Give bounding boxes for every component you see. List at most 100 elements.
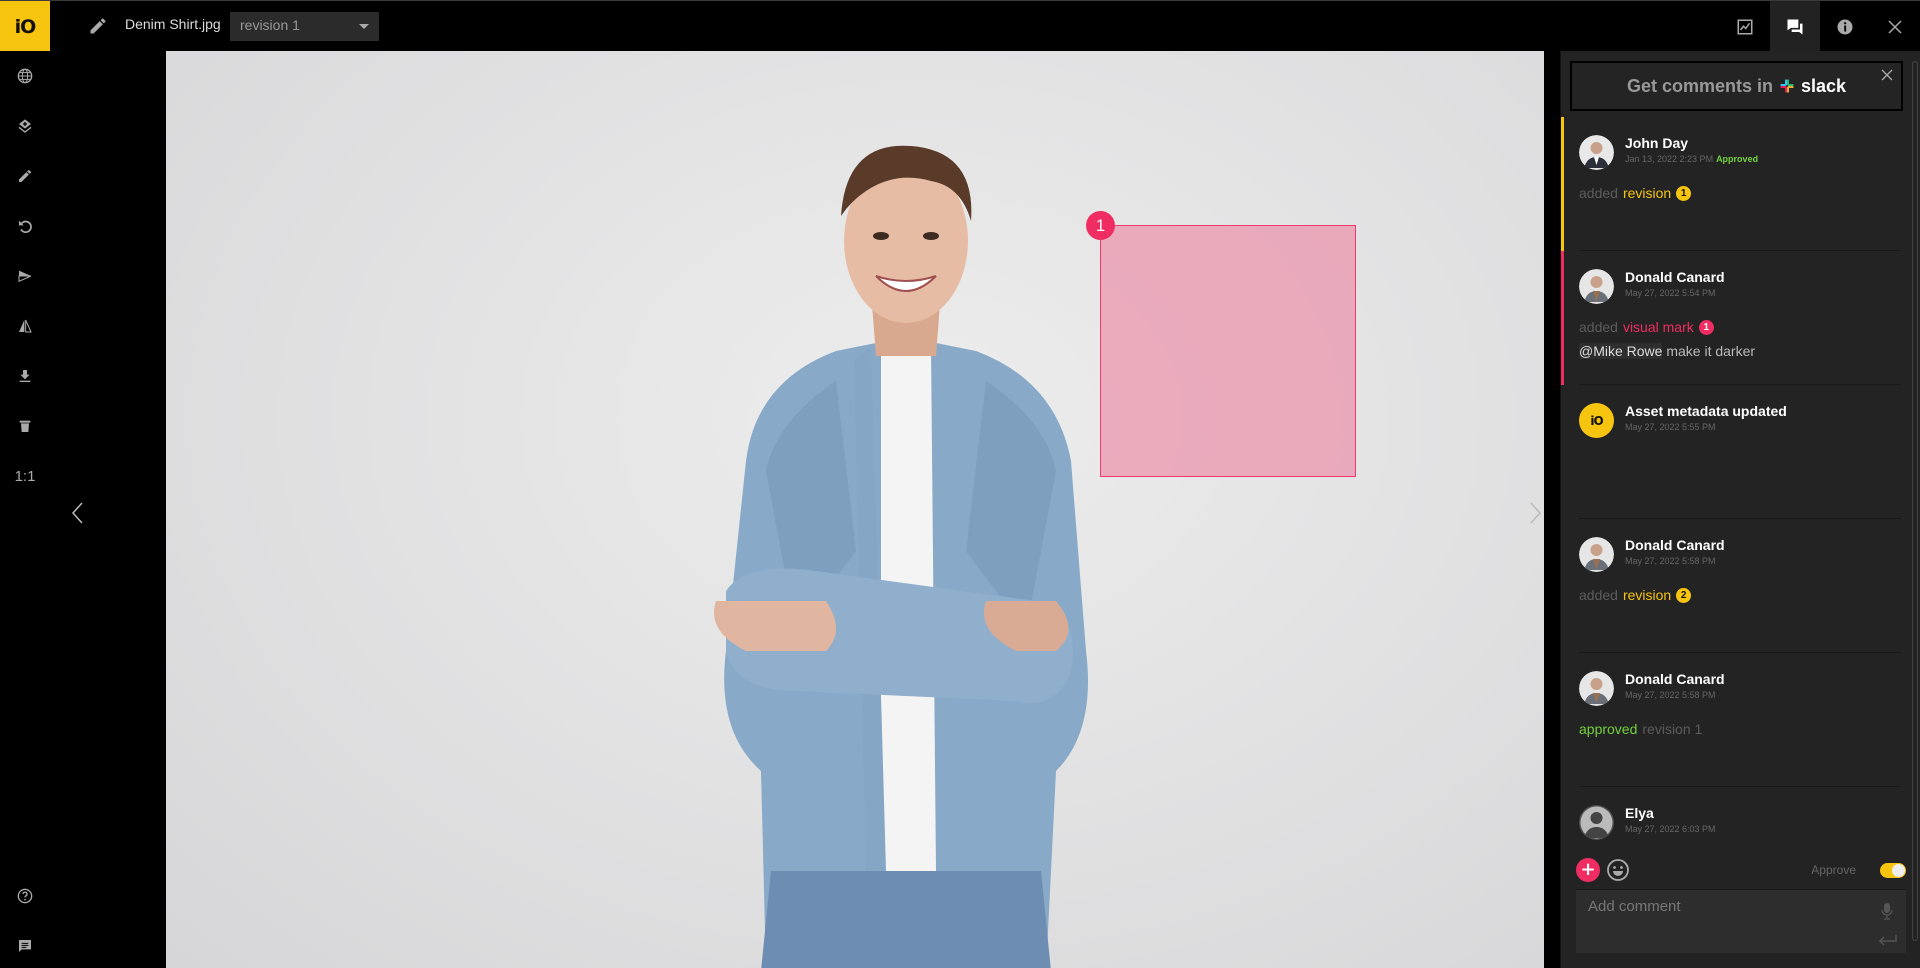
visual-mark-link[interactable]: visual mark	[1623, 319, 1694, 335]
app-logo[interactable]: iO	[0, 1, 50, 52]
flip-button[interactable]	[0, 301, 50, 351]
image-stage: 1	[50, 51, 1560, 968]
activity-line: added revision 1	[1579, 185, 1692, 201]
composer-toolbar: + Approve	[1576, 855, 1906, 883]
system-avatar: iO	[1579, 403, 1614, 438]
comments-button[interactable]	[1770, 1, 1820, 52]
timestamp: Jan 13, 2022 2:23 PM Approved	[1625, 154, 1759, 164]
avatar	[1579, 671, 1614, 706]
activity-line: approved revision 1	[1579, 721, 1703, 737]
left-toolbar: 1:1	[0, 51, 50, 968]
comments-icon	[1787, 19, 1803, 34]
send-button[interactable]	[0, 251, 50, 301]
author-name: Elya	[1625, 805, 1654, 821]
toggle-knob	[1892, 864, 1905, 877]
revision-link[interactable]: revision	[1623, 185, 1671, 201]
comments-panel: Get comments in slack John Day Jan 13, 2…	[1560, 51, 1920, 968]
chat-button[interactable]	[0, 921, 50, 968]
revision-badge: 2	[1676, 587, 1692, 603]
undo-icon	[19, 220, 32, 233]
actual-size-button[interactable]: 1:1	[0, 451, 50, 501]
layers-add-icon	[18, 119, 32, 133]
chevron-down-icon	[359, 24, 369, 29]
author-name: Donald Canard	[1625, 537, 1725, 553]
layers-button[interactable]	[0, 101, 50, 151]
mention[interactable]: @Mike Rowe	[1579, 343, 1663, 359]
close-icon	[1888, 19, 1902, 34]
download-icon	[19, 370, 31, 382]
globe-button[interactable]	[0, 51, 50, 101]
comment-text: @Mike Rowe make it darker	[1579, 343, 1756, 359]
avatar	[1579, 805, 1614, 840]
approve-label: Approve	[1811, 863, 1856, 877]
draw-button[interactable]	[0, 151, 50, 201]
next-arrow-icon[interactable]	[1525, 498, 1545, 528]
globe-icon	[17, 68, 33, 84]
event-title: Asset metadata updated	[1625, 403, 1787, 419]
revision-select[interactable]: revision 1	[230, 12, 379, 41]
asset-image[interactable]	[166, 51, 1544, 968]
avatar	[1579, 135, 1614, 170]
approved-label: approved	[1579, 721, 1638, 737]
panel-scrollbar[interactable]	[1912, 61, 1918, 941]
timestamp: May 27, 2022 5:58 PM	[1625, 556, 1716, 566]
revision-link[interactable]: revision	[1623, 587, 1671, 603]
chart-line-icon	[1737, 19, 1753, 34]
actual-size-label: 1:1	[14, 467, 36, 485]
revision-badge: 1	[1676, 185, 1692, 201]
timestamp: May 27, 2022 5:54 PM	[1625, 288, 1716, 298]
comment-box	[1576, 889, 1906, 953]
app-window: iO Denim Shirt.jpg revision 1 1:1 1 Get …	[0, 0, 1920, 968]
slack-banner-text: Get comments in	[1626, 75, 1773, 96]
download-button[interactable]	[0, 351, 50, 401]
feed-entry: Donald Canard May 27, 2022 5:58 PM appro…	[1564, 653, 1911, 787]
timestamp: May 27, 2022 5:55 PM	[1625, 422, 1716, 432]
activity-feed: John Day Jan 13, 2022 2:23 PM Approved ad…	[1561, 117, 1911, 847]
trash-icon	[19, 420, 31, 432]
timestamp: May 27, 2022 5:58 PM	[1625, 690, 1716, 700]
logo-icon: iO	[14, 15, 37, 38]
info-icon	[1837, 19, 1853, 34]
add-attachment-button[interactable]: +	[1576, 858, 1600, 882]
visual-mark-badge: 1	[1698, 319, 1714, 335]
activity-chart-button[interactable]	[1720, 1, 1770, 52]
flip-icon	[19, 319, 32, 333]
previous-arrow-icon[interactable]	[68, 498, 88, 528]
feed-entry: Donald Canard May 27, 2022 5:54 PM added…	[1561, 251, 1911, 385]
feed-entry: John Day Jan 13, 2022 2:23 PM Approved ad…	[1561, 117, 1911, 251]
send-icon	[18, 270, 32, 283]
avatar	[1579, 269, 1614, 304]
person-photo	[714, 145, 1088, 968]
emoji-icon[interactable]	[1606, 858, 1630, 882]
slack-banner[interactable]: Get comments in slack	[1570, 61, 1903, 111]
activity-line: added revision 2	[1579, 587, 1692, 603]
delete-button[interactable]	[0, 401, 50, 451]
help-icon	[17, 888, 33, 904]
pencil-icon[interactable]	[88, 16, 108, 36]
feed-entry: Elya May 27, 2022 6:03 PM	[1564, 787, 1911, 847]
undo-button[interactable]	[0, 201, 50, 251]
chat-icon	[19, 940, 31, 952]
info-button[interactable]	[1820, 1, 1870, 52]
visual-mark-region[interactable]	[1100, 225, 1356, 477]
logo-icon: iO	[1590, 413, 1603, 428]
status-badge: Approved	[1716, 154, 1759, 164]
revision-select-value: revision 1	[240, 17, 300, 33]
author-name: Donald Canard	[1625, 269, 1725, 285]
visual-mark-badge[interactable]: 1	[1086, 211, 1115, 240]
help-button[interactable]	[0, 871, 50, 921]
slack-logo-icon	[1780, 79, 1794, 93]
timestamp: May 27, 2022 6:03 PM	[1625, 824, 1716, 834]
microphone-icon[interactable]	[1880, 902, 1894, 920]
close-button[interactable]	[1870, 1, 1920, 52]
plus-icon: +	[1580, 859, 1596, 880]
approve-toggle[interactable]	[1880, 863, 1906, 878]
enter-icon[interactable]	[1878, 934, 1898, 946]
close-icon[interactable]	[1881, 69, 1893, 81]
avatar	[1579, 537, 1614, 572]
activity-line: added visual mark 1	[1579, 319, 1714, 335]
slack-brand: slack	[1800, 75, 1847, 96]
feed-entry: Donald Canard May 27, 2022 5:58 PM added…	[1564, 519, 1911, 653]
comment-input[interactable]	[1576, 890, 1906, 953]
pencil-icon	[19, 169, 32, 182]
